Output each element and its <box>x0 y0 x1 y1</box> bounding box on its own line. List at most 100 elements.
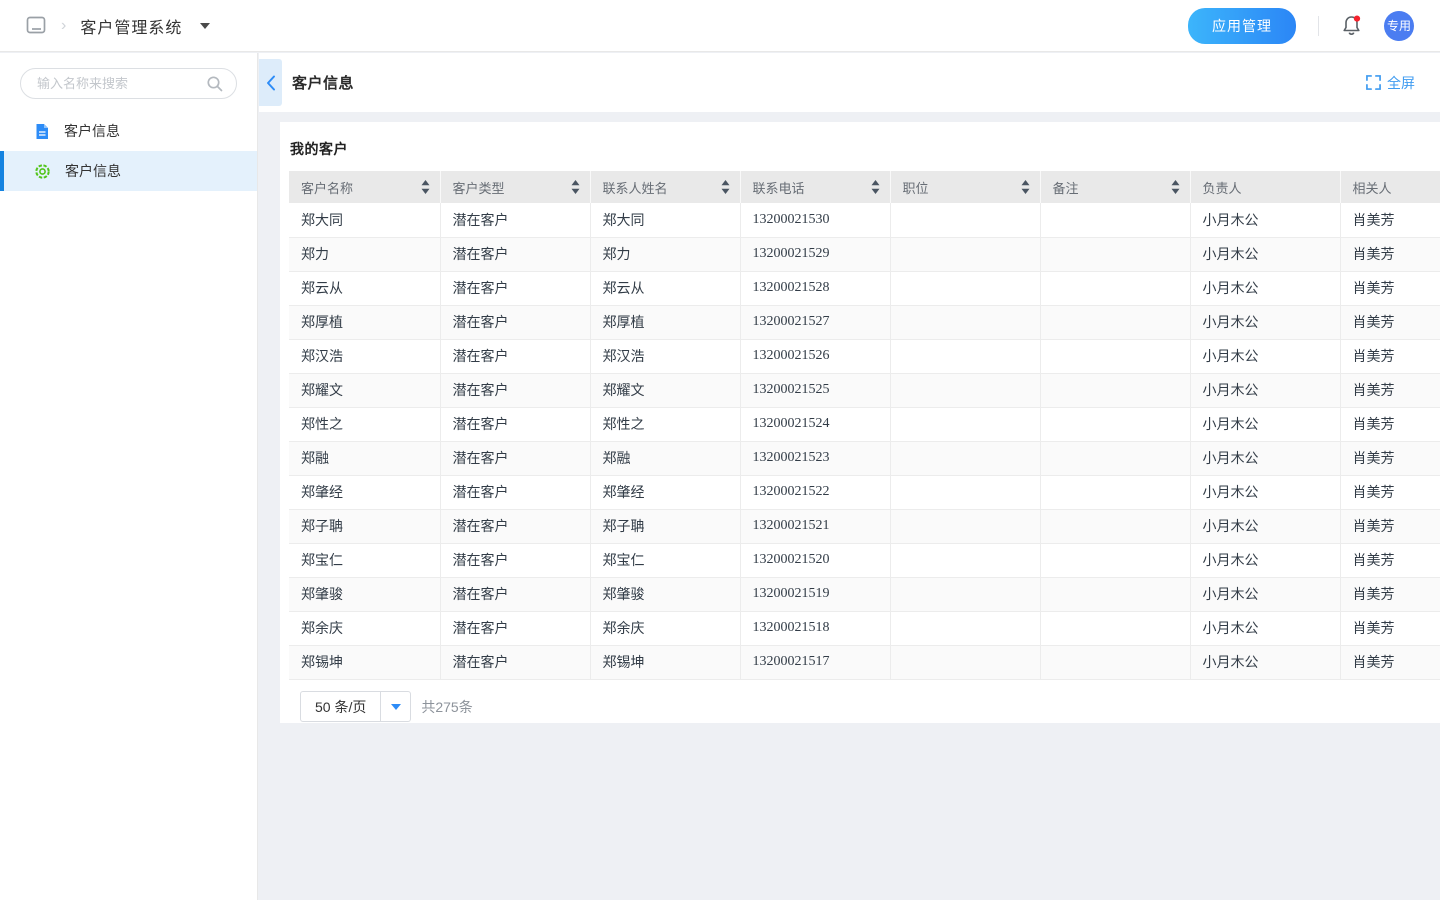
column-header[interactable]: 负责人 <box>1190 171 1340 203</box>
column-header[interactable]: 客户名称 <box>289 171 440 203</box>
cell-related: 肖美芳 <box>1340 611 1440 645</box>
cell-customer-type: 潜在客户 <box>440 509 590 543</box>
table-row[interactable]: 郑厚植 潜在客户 郑厚植 13200021527 小月木公 肖美芳 <box>289 305 1440 339</box>
table-row[interactable]: 郑汉浩 潜在客户 郑汉浩 13200021526 小月木公 肖美芳 <box>289 339 1440 373</box>
cell-related: 肖美芳 <box>1340 509 1440 543</box>
cell-owner: 小月木公 <box>1190 339 1340 373</box>
cell-position <box>890 271 1040 305</box>
sort-icon[interactable] <box>721 180 730 194</box>
app-manage-button[interactable]: 应用管理 <box>1188 8 1296 44</box>
cell-related: 肖美芳 <box>1340 441 1440 475</box>
cell-customer-type: 潜在客户 <box>440 577 590 611</box>
cell-contact-name: 郑厚植 <box>590 305 740 339</box>
sort-icon[interactable] <box>571 180 580 194</box>
table-row[interactable]: 郑云从 潜在客户 郑云从 13200021528 小月木公 肖美芳 <box>289 271 1440 305</box>
table-row[interactable]: 郑余庆 潜在客户 郑余庆 13200021518 小月木公 肖美芳 <box>289 611 1440 645</box>
cell-phone: 13200021525 <box>740 373 890 407</box>
cell-owner: 小月木公 <box>1190 509 1340 543</box>
page-size-select[interactable]: 50 条/页 <box>300 691 411 722</box>
sort-icon[interactable] <box>421 180 430 194</box>
divider <box>1318 16 1319 36</box>
cell-contact-name: 郑肇经 <box>590 475 740 509</box>
cell-owner: 小月木公 <box>1190 271 1340 305</box>
search-icon[interactable] <box>206 75 224 98</box>
cell-note <box>1040 509 1190 543</box>
sidebar: 客户信息 客户信息 <box>0 53 258 900</box>
caret-down-icon[interactable] <box>200 23 210 29</box>
column-header[interactable]: 备注 <box>1040 171 1190 203</box>
column-label: 相关人 <box>1353 181 1392 196</box>
system-title[interactable]: 客户管理系统 <box>80 14 182 38</box>
column-label: 客户名称 <box>301 181 353 196</box>
table-row[interactable]: 郑性之 潜在客户 郑性之 13200021524 小月木公 肖美芳 <box>289 407 1440 441</box>
page-title: 客户信息 <box>292 72 354 93</box>
cell-position <box>890 237 1040 271</box>
back-button[interactable] <box>259 59 282 106</box>
cell-contact-name: 郑汉浩 <box>590 339 740 373</box>
sidebar-item-customer-info-selected[interactable]: 客户信息 <box>0 151 257 191</box>
cell-related: 肖美芳 <box>1340 339 1440 373</box>
avatar[interactable]: 专用 <box>1384 11 1414 41</box>
table-row[interactable]: 郑肇经 潜在客户 郑肇经 13200021522 小月木公 肖美芳 <box>289 475 1440 509</box>
table-row[interactable]: 郑融 潜在客户 郑融 13200021523 小月木公 肖美芳 <box>289 441 1440 475</box>
column-label: 客户类型 <box>453 181 505 196</box>
cell-contact-name: 郑余庆 <box>590 611 740 645</box>
column-header[interactable]: 联系电话 <box>740 171 890 203</box>
table-row[interactable]: 郑力 潜在客户 郑力 13200021529 小月木公 肖美芳 <box>289 237 1440 271</box>
cell-position <box>890 203 1040 237</box>
cell-contact-name: 郑肇骏 <box>590 577 740 611</box>
column-header[interactable]: 职位 <box>890 171 1040 203</box>
cell-position <box>890 407 1040 441</box>
select-arrow[interactable] <box>380 692 410 721</box>
cell-customer-name: 郑肇骏 <box>289 577 440 611</box>
fullscreen-icon <box>1366 75 1381 90</box>
column-label: 联系电话 <box>753 181 805 196</box>
column-header[interactable]: 相关人 <box>1340 171 1440 203</box>
cell-owner: 小月木公 <box>1190 441 1340 475</box>
cell-related: 肖美芳 <box>1340 237 1440 271</box>
cell-customer-type: 潜在客户 <box>440 305 590 339</box>
cell-owner: 小月木公 <box>1190 577 1340 611</box>
cell-related: 肖美芳 <box>1340 475 1440 509</box>
fullscreen-button[interactable]: 全屏 <box>1366 73 1415 93</box>
sidebar-menu: 客户信息 客户信息 <box>0 111 257 191</box>
notification-bell-icon[interactable] <box>1341 14 1362 37</box>
cell-note <box>1040 237 1190 271</box>
cell-owner: 小月木公 <box>1190 407 1340 441</box>
fullscreen-label: 全屏 <box>1387 73 1415 93</box>
cell-position <box>890 339 1040 373</box>
cell-customer-name: 郑性之 <box>289 407 440 441</box>
table-row[interactable]: 郑宝仁 潜在客户 郑宝仁 13200021520 小月木公 肖美芳 <box>289 543 1440 577</box>
cell-contact-name: 郑融 <box>590 441 740 475</box>
sort-icon[interactable] <box>1171 180 1180 194</box>
sort-icon[interactable] <box>871 180 880 194</box>
cell-phone: 13200021519 <box>740 577 890 611</box>
table-row[interactable]: 郑子聃 潜在客户 郑子聃 13200021521 小月木公 肖美芳 <box>289 509 1440 543</box>
cell-phone: 13200021526 <box>740 339 890 373</box>
monitor-icon[interactable] <box>26 16 47 36</box>
cell-customer-type: 潜在客户 <box>440 543 590 577</box>
cell-customer-name: 郑大同 <box>289 203 440 237</box>
column-header[interactable]: 客户类型 <box>440 171 590 203</box>
column-label: 备注 <box>1053 181 1079 196</box>
cell-customer-name: 郑锡坤 <box>289 645 440 679</box>
cell-note <box>1040 339 1190 373</box>
cell-related: 肖美芳 <box>1340 305 1440 339</box>
sidebar-item-customer-info[interactable]: 客户信息 <box>0 111 257 151</box>
column-header[interactable]: 联系人姓名 <box>590 171 740 203</box>
table-row[interactable]: 郑大同 潜在客户 郑大同 13200021530 小月木公 肖美芳 <box>289 203 1440 237</box>
cell-owner: 小月木公 <box>1190 305 1340 339</box>
cell-owner: 小月木公 <box>1190 373 1340 407</box>
cell-phone: 13200021517 <box>740 645 890 679</box>
cell-position <box>890 577 1040 611</box>
cell-customer-type: 潜在客户 <box>440 645 590 679</box>
sort-icon[interactable] <box>1021 180 1030 194</box>
sidebar-item-label: 客户信息 <box>65 161 121 181</box>
table-row[interactable]: 郑锡坤 潜在客户 郑锡坤 13200021517 小月木公 肖美芳 <box>289 645 1440 679</box>
table-header-row: 客户名称 客户类型 联系人姓名 联系电话 职位 备注 负责人 相关人 <box>289 171 1440 203</box>
table-row[interactable]: 郑肇骏 潜在客户 郑肇骏 13200021519 小月木公 肖美芳 <box>289 577 1440 611</box>
cell-customer-name: 郑力 <box>289 237 440 271</box>
search-input[interactable] <box>37 76 207 91</box>
sidebar-search <box>20 68 237 99</box>
table-row[interactable]: 郑耀文 潜在客户 郑耀文 13200021525 小月木公 肖美芳 <box>289 373 1440 407</box>
